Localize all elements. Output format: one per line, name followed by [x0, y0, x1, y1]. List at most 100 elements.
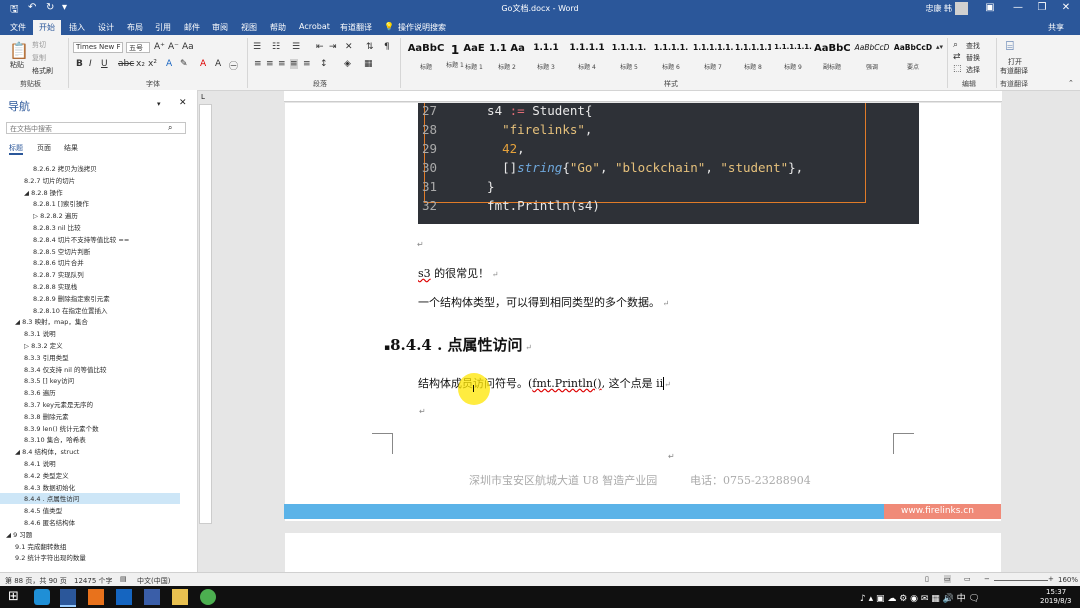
find-button[interactable]: 查找 [966, 41, 980, 51]
ribbon-display-options-icon[interactable]: ▣ [980, 2, 1000, 13]
nav-heading-item[interactable]: 8.2.8.6 切片合并 [0, 257, 180, 268]
tab-home[interactable]: 开始 [33, 20, 61, 35]
bold-icon[interactable]: B [76, 59, 83, 69]
zoom-in-icon[interactable]: + [1048, 575, 1054, 583]
word-icon[interactable] [60, 589, 76, 607]
nav-heading-item[interactable]: 8.3.5 [] key访问 [0, 375, 180, 386]
decrease-indent-icon[interactable]: ⇤ [316, 42, 324, 52]
tab-layout[interactable]: 布局 [127, 22, 143, 33]
tab-review[interactable]: 审阅 [212, 22, 228, 33]
shading-icon[interactable]: ◈ [344, 59, 351, 69]
style-item[interactable]: 1.1.1.1.1. 标题 7 [693, 43, 733, 73]
collapse-ribbon-icon[interactable]: ⌃ [1068, 79, 1074, 87]
tab-design[interactable]: 设计 [98, 22, 114, 33]
nav-heading-item[interactable]: 8.4.6 匿名结构体 [0, 517, 180, 528]
nav-heading-item[interactable]: 8.4.1 说明 [0, 458, 180, 469]
search-icon[interactable]: ⌕ [168, 123, 172, 133]
style-item[interactable]: AaBbC 副标题 [814, 43, 850, 73]
tray-icons[interactable]: ♪ ▴ ▣ ☁ ⚙ ◉ ✉ ▦ 🔊 中 🗨 [860, 591, 980, 604]
paste-icon[interactable]: 📋 [9, 41, 29, 60]
tab-help[interactable]: 帮助 [270, 22, 286, 33]
tab-selector-icon[interactable]: L [201, 93, 205, 101]
shrink-font-icon[interactable]: A⁻ [168, 42, 179, 52]
style-item[interactable]: 1 标题 1 [445, 43, 465, 73]
select-button[interactable]: 选择 [966, 65, 980, 75]
nav-heading-item[interactable]: 8.2.8.9 删除指定索引元素 [0, 293, 180, 304]
subscript-icon[interactable]: x₂ [136, 59, 145, 69]
replace-button[interactable]: 替换 [966, 53, 980, 63]
clock-date[interactable]: 2019/8/3 [1040, 597, 1071, 605]
select-icon[interactable]: ⬚ [953, 64, 962, 74]
nav-tab-headings[interactable]: 标题 [9, 143, 23, 155]
tab-file[interactable]: 文件 [10, 22, 26, 33]
nav-heading-item[interactable]: 8.2.8.10 在指定位置插入 [0, 305, 180, 316]
horizontal-ruler[interactable] [284, 91, 1002, 102]
print-layout-icon[interactable]: ▭ [944, 575, 951, 583]
paragraph-1[interactable]: s3 的很常见！ ↵ [418, 265, 498, 281]
style-item[interactable]: AaE 标题 1 [463, 43, 485, 73]
cut-button[interactable]: 剪切 [32, 40, 46, 50]
grow-font-icon[interactable]: A⁺ [154, 42, 165, 52]
highlight-icon[interactable]: ✎ [180, 59, 188, 69]
nav-heading-item[interactable]: 8.3.9 len() 统计元素个数 [0, 423, 180, 434]
maximize-button[interactable]: ❐ [1032, 2, 1052, 13]
style-item[interactable]: 1.1.1.1. 标题 6 [651, 43, 691, 73]
nav-heading-item[interactable]: 8.3.7 key元素是无序的 [0, 399, 180, 410]
style-item[interactable]: 1.1.1.1 标题 4 [567, 43, 607, 73]
vertical-ruler[interactable] [199, 104, 212, 524]
nav-heading-item[interactable]: 8.2.7 切片的切片 [0, 175, 180, 186]
nav-search-input[interactable]: 在文档中搜索 [6, 122, 186, 134]
nav-heading-item[interactable]: ◢ 8.3 映射，map，集合 [0, 316, 180, 327]
user-name[interactable]: 忠康 韩 [925, 3, 952, 14]
nav-heading-item[interactable]: 8.2.8.1 []索引操作 [0, 198, 180, 209]
nav-close-icon[interactable]: ✕ [179, 98, 187, 108]
tab-youdao[interactable]: 有道翻译 [340, 22, 372, 33]
borders-icon[interactable]: ▦ [364, 59, 373, 69]
nav-heading-item[interactable]: 8.3.10 集合，哈希表 [0, 434, 180, 445]
style-item[interactable]: 1.1.1.1. 标题 5 [609, 43, 649, 73]
app-icon[interactable] [34, 589, 50, 605]
align-center-icon[interactable]: ≡ [266, 59, 274, 69]
app-icon[interactable] [88, 589, 104, 605]
nav-heading-item[interactable]: 8.2.6.2 拷贝为浅拷贝 [0, 163, 180, 174]
replace-icon[interactable]: ⇄ [953, 52, 961, 62]
tab-references[interactable]: 引用 [155, 22, 171, 33]
tab-mailings[interactable]: 邮件 [184, 22, 200, 33]
nav-heading-item[interactable]: 8.3.8 删除元素 [0, 411, 180, 422]
nav-heading-item[interactable]: 8.3.6 遍历 [0, 387, 180, 398]
chinese-layout-icon[interactable]: ✕ [345, 42, 353, 52]
share-button[interactable]: 共享 [1048, 22, 1064, 33]
proofing-icon[interactable]: ▤ [120, 575, 127, 583]
copy-button[interactable]: 复制 [32, 53, 46, 63]
word-count[interactable]: 12475 个字 [74, 576, 113, 586]
zoom-out-icon[interactable]: − [984, 575, 990, 583]
show-marks-icon[interactable]: ¶ [384, 42, 390, 52]
section-heading[interactable]: ▪8.4.4 . 点属性访问 ↵ [384, 334, 532, 355]
line-spacing-icon[interactable]: ↕ [320, 59, 328, 69]
styles-scroll-icon[interactable]: ▴▾ [936, 43, 943, 51]
close-button[interactable]: ✕ [1056, 2, 1076, 13]
find-icon[interactable]: ⌕ [953, 40, 958, 50]
distributed-icon[interactable]: ≡ [303, 59, 311, 69]
nav-heading-item[interactable]: ▷ 8.2.8.2 遍历 [0, 210, 180, 221]
nav-heading-item[interactable]: 8.2.8.7 实现队列 [0, 269, 180, 280]
nav-heading-item[interactable]: 8.2.8.4 切片不支持等值比较 == [0, 234, 180, 245]
style-item[interactable]: 1.1.1.1.1 标题 8 [735, 43, 771, 73]
nav-tab-pages[interactable]: 页面 [37, 143, 51, 153]
youdao-translate-icon[interactable]: ⌸ [1006, 39, 1014, 54]
style-item[interactable]: AaBbC 标题 [407, 43, 445, 73]
style-item[interactable]: 1.1.1.1.1. 标题 9 [773, 43, 813, 73]
nav-heading-item[interactable]: 8.3.1 说明 [0, 328, 180, 339]
nav-heading-item[interactable]: 9.1 完成翻转数组 [0, 541, 180, 552]
font-size-select[interactable]: 五号 [126, 42, 150, 53]
style-item[interactable]: AaBbCcD 要点 [893, 43, 933, 73]
tab-insert[interactable]: 插入 [69, 22, 85, 33]
tab-acrobat[interactable]: Acrobat [299, 22, 330, 31]
app-icon[interactable] [116, 589, 132, 605]
nav-heading-item[interactable]: 8.4.2 类型定义 [0, 470, 180, 481]
numbering-icon[interactable]: ☷ [272, 42, 280, 52]
nav-heading-item[interactable]: 8.3.4 仅支持 nil 的等值比较 [0, 364, 180, 375]
nav-heading-item[interactable]: 8.4.5 值类型 [0, 505, 180, 516]
nav-heading-item[interactable]: 8.2.8.8 实现栈 [0, 281, 180, 292]
format-painter-button[interactable]: 格式刷 [32, 66, 53, 76]
